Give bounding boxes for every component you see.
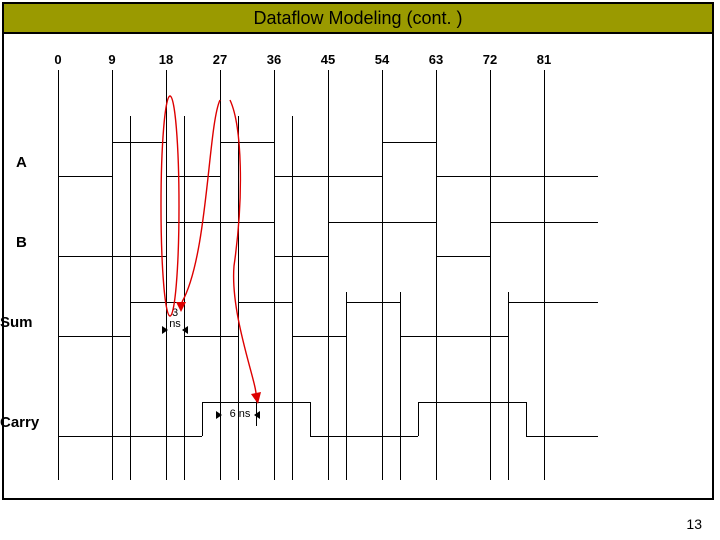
wave-b [166,222,274,223]
wave-a [220,142,274,143]
signal-label-sum: Sum [0,314,33,331]
gridline [112,70,113,480]
wave-a [274,176,382,177]
wave-sum [508,302,598,303]
gridline [490,70,491,480]
transition-line [292,116,293,480]
tick-label: 54 [375,52,389,67]
tick-label: 72 [483,52,497,67]
wave-sum [292,336,346,337]
wave-sum [400,336,508,337]
wave-b [328,222,436,223]
tick-label: 9 [108,52,115,67]
transition-line [184,116,185,480]
signal-label-b: B [16,234,27,251]
arrow-left-icon [254,411,260,419]
wave-carry [58,436,202,437]
arrow-left-icon [182,326,188,334]
wave-sum [346,302,400,303]
page-number: 13 [686,516,702,532]
wave-a [58,176,112,177]
title-bar: Dataflow Modeling (cont. ) [2,2,714,34]
transition-line [400,292,401,480]
wave-carry [526,436,598,437]
gridline [166,70,167,480]
wave-b [436,256,490,257]
wave-b [490,222,598,223]
wave-sum [58,336,130,337]
tick-label: 36 [267,52,281,67]
tick-label: 81 [537,52,551,67]
transition-line [418,402,419,436]
wave-carry [418,402,526,403]
wave-sum [130,302,184,303]
wave-sum [238,302,292,303]
tick-label: 0 [54,52,61,67]
wave-a [436,176,598,177]
transition-line [508,292,509,480]
transition-line [346,292,347,480]
gridline [544,70,545,480]
tick-label: 18 [159,52,173,67]
wave-a [382,142,436,143]
gridline [328,70,329,480]
arrow-right-icon [162,326,168,334]
gridline [382,70,383,480]
gridline [436,70,437,480]
arrow-right-icon [216,411,222,419]
transition-line [202,402,203,436]
tick-label: 27 [213,52,227,67]
signal-label-carry: Carry [0,414,39,431]
signal-label-a: A [16,154,27,171]
wave-b [58,256,166,257]
gridline [274,70,275,480]
marker-line [256,396,257,426]
transition-line [526,402,527,436]
timing-diagram: 0 9 18 27 36 45 54 63 72 81 A B Sum Carr… [58,56,658,486]
wave-b [274,256,328,257]
wave-a [166,176,220,177]
slide-title: Dataflow Modeling (cont. ) [253,8,462,29]
transition-line [238,116,239,480]
transition-line [130,116,131,480]
causality-arrows [58,56,658,486]
gridline [58,70,59,480]
wave-sum [184,336,238,337]
wave-carry [310,436,418,437]
transition-line [310,402,311,436]
wave-a [112,142,166,143]
tick-label: 63 [429,52,443,67]
tick-label: 45 [321,52,335,67]
